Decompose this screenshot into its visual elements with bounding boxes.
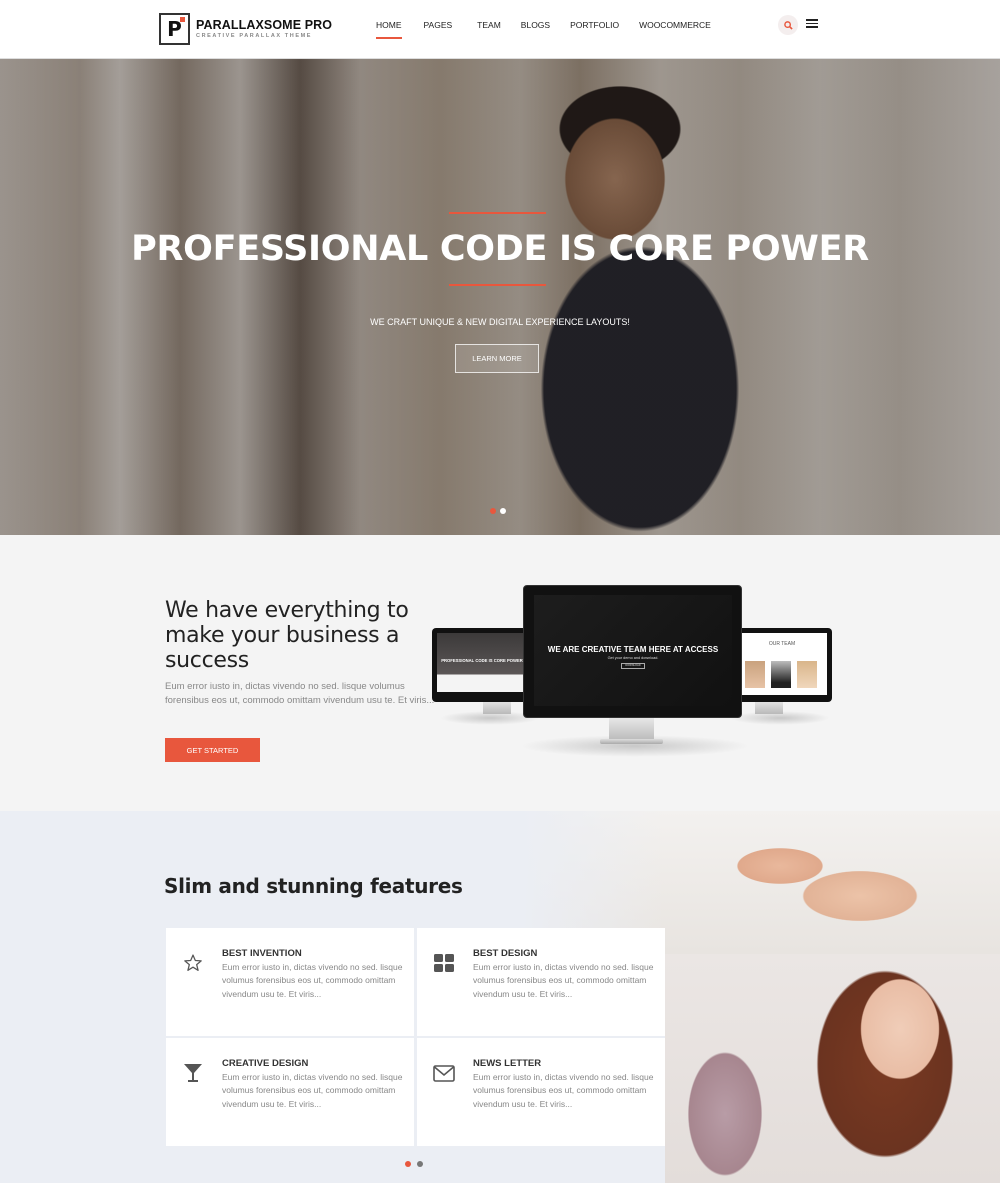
- envelope-icon: [433, 1062, 455, 1084]
- feature-title: NEWS LETTER: [473, 1058, 542, 1069]
- feature-title: BEST DESIGN: [473, 948, 538, 959]
- slider-dot[interactable]: [417, 1161, 423, 1167]
- cocktail-glass-icon: [182, 1062, 204, 1084]
- team-photo: [771, 661, 791, 688]
- feature-card: BEST DESIGN Eum error iusto in, dictas v…: [417, 928, 665, 1036]
- learn-more-button[interactable]: LEARN MORE: [455, 344, 539, 373]
- logo-accent-dot: [180, 17, 185, 22]
- hero-title: PROFESSIONAL CODE IS CORE POWER: [131, 229, 869, 269]
- logo-mark: P: [159, 13, 190, 45]
- nav-woocommerce[interactable]: WOOCOMMERCE: [639, 0, 711, 59]
- mockup-center-button: DOWNLOAD: [621, 663, 645, 669]
- site-header: P PARALLAXSOME PRO CREATIVE PARALLAX THE…: [0, 0, 1000, 59]
- get-started-button[interactable]: GET STARTED: [165, 738, 260, 762]
- hamburger-menu-icon[interactable]: [806, 19, 818, 28]
- monitor-stand: [755, 700, 783, 714]
- hero-subtitle: WE CRAFT UNIQUE & NEW DIGITAL EXPERIENCE…: [370, 317, 630, 327]
- search-icon: [783, 20, 793, 30]
- team-photo: [745, 661, 765, 688]
- nav-pages[interactable]: PAGES: [424, 0, 453, 59]
- features-section: Slim and stunning features BEST INVENTIO…: [0, 811, 1000, 1183]
- feature-text: Eum error iusto in, dictas vivendo no se…: [222, 1072, 403, 1109]
- intro-title: We have everything to make your business…: [165, 598, 409, 673]
- features-title: Slim and stunning features: [164, 874, 463, 898]
- mockup-left-title: PROFESSIONAL CODE IS CORE POWER: [441, 658, 523, 663]
- feature-text: Eum error iusto in, dictas vivendo no se…: [473, 962, 654, 999]
- slider-dot-active[interactable]: [405, 1161, 411, 1167]
- grid-icon: [433, 952, 455, 974]
- logo-subtitle: CREATIVE PARALLAX THEME: [196, 32, 313, 39]
- mockup-center-sub: Get your demo and download.: [607, 656, 659, 660]
- mockup-monitor-left: PROFESSIONAL CODE IS CORE POWER: [432, 628, 532, 702]
- woman-photo: [665, 954, 1000, 1183]
- feature-card: CREATIVE DESIGN Eum error iusto in, dict…: [166, 1038, 414, 1146]
- mockup-monitor-center: WE ARE CREATIVE TEAM HERE AT ACCESS Get …: [523, 585, 742, 718]
- search-button[interactable]: [778, 15, 798, 35]
- intro-text: Eum error iusto in, dictas vivendo no se…: [165, 681, 435, 706]
- feature-card: NEWS LETTER Eum error iusto in, dictas v…: [417, 1038, 665, 1146]
- feature-text: Eum error iusto in, dictas vivendo no se…: [222, 962, 403, 999]
- feature-title: CREATIVE DESIGN: [222, 1058, 309, 1069]
- nav-home[interactable]: HOME: [376, 0, 402, 59]
- monitor-base: [600, 739, 663, 744]
- team-photo: [797, 661, 817, 688]
- logo-title: PARALLAXSOME PRO: [196, 18, 333, 32]
- mockup-right-title: OUR TEAM: [768, 641, 796, 647]
- features-grid: BEST INVENTION Eum error iusto in, dicta…: [166, 928, 665, 1146]
- intro-section: We have everything to make your business…: [0, 535, 1000, 811]
- monitor-stand: [609, 717, 654, 741]
- hero-divider-top: [449, 212, 546, 214]
- slider-dot-active[interactable]: [490, 508, 496, 514]
- features-slider-dots: [405, 1161, 423, 1167]
- main-nav: HOME PAGES TEAM BLOGS PORTFOLIO WOOCOMME…: [376, 0, 711, 59]
- slider-dot[interactable]: [500, 508, 506, 514]
- mockup-center-title: WE ARE CREATIVE TEAM HERE AT ACCESS: [547, 645, 719, 654]
- star-icon: [182, 952, 204, 974]
- mockup-monitor-right: OUR TEAM: [732, 628, 832, 702]
- nav-portfolio[interactable]: PORTFOLIO: [570, 0, 619, 59]
- feature-text: Eum error iusto in, dictas vivendo no se…: [473, 1072, 654, 1109]
- nav-blogs[interactable]: BLOGS: [521, 0, 550, 59]
- monitor-stand: [483, 700, 511, 714]
- hero-slider-dots: [490, 508, 506, 514]
- feature-card: BEST INVENTION Eum error iusto in, dicta…: [166, 928, 414, 1036]
- hero-divider-bottom: [449, 284, 546, 286]
- feature-title: BEST INVENTION: [222, 948, 302, 959]
- site-logo[interactable]: P PARALLAXSOME PRO CREATIVE PARALLAX THE…: [159, 13, 332, 45]
- nav-team[interactable]: TEAM: [477, 0, 501, 59]
- hero-slider: PROFESSIONAL CODE IS CORE POWER WE CRAFT…: [0, 59, 1000, 535]
